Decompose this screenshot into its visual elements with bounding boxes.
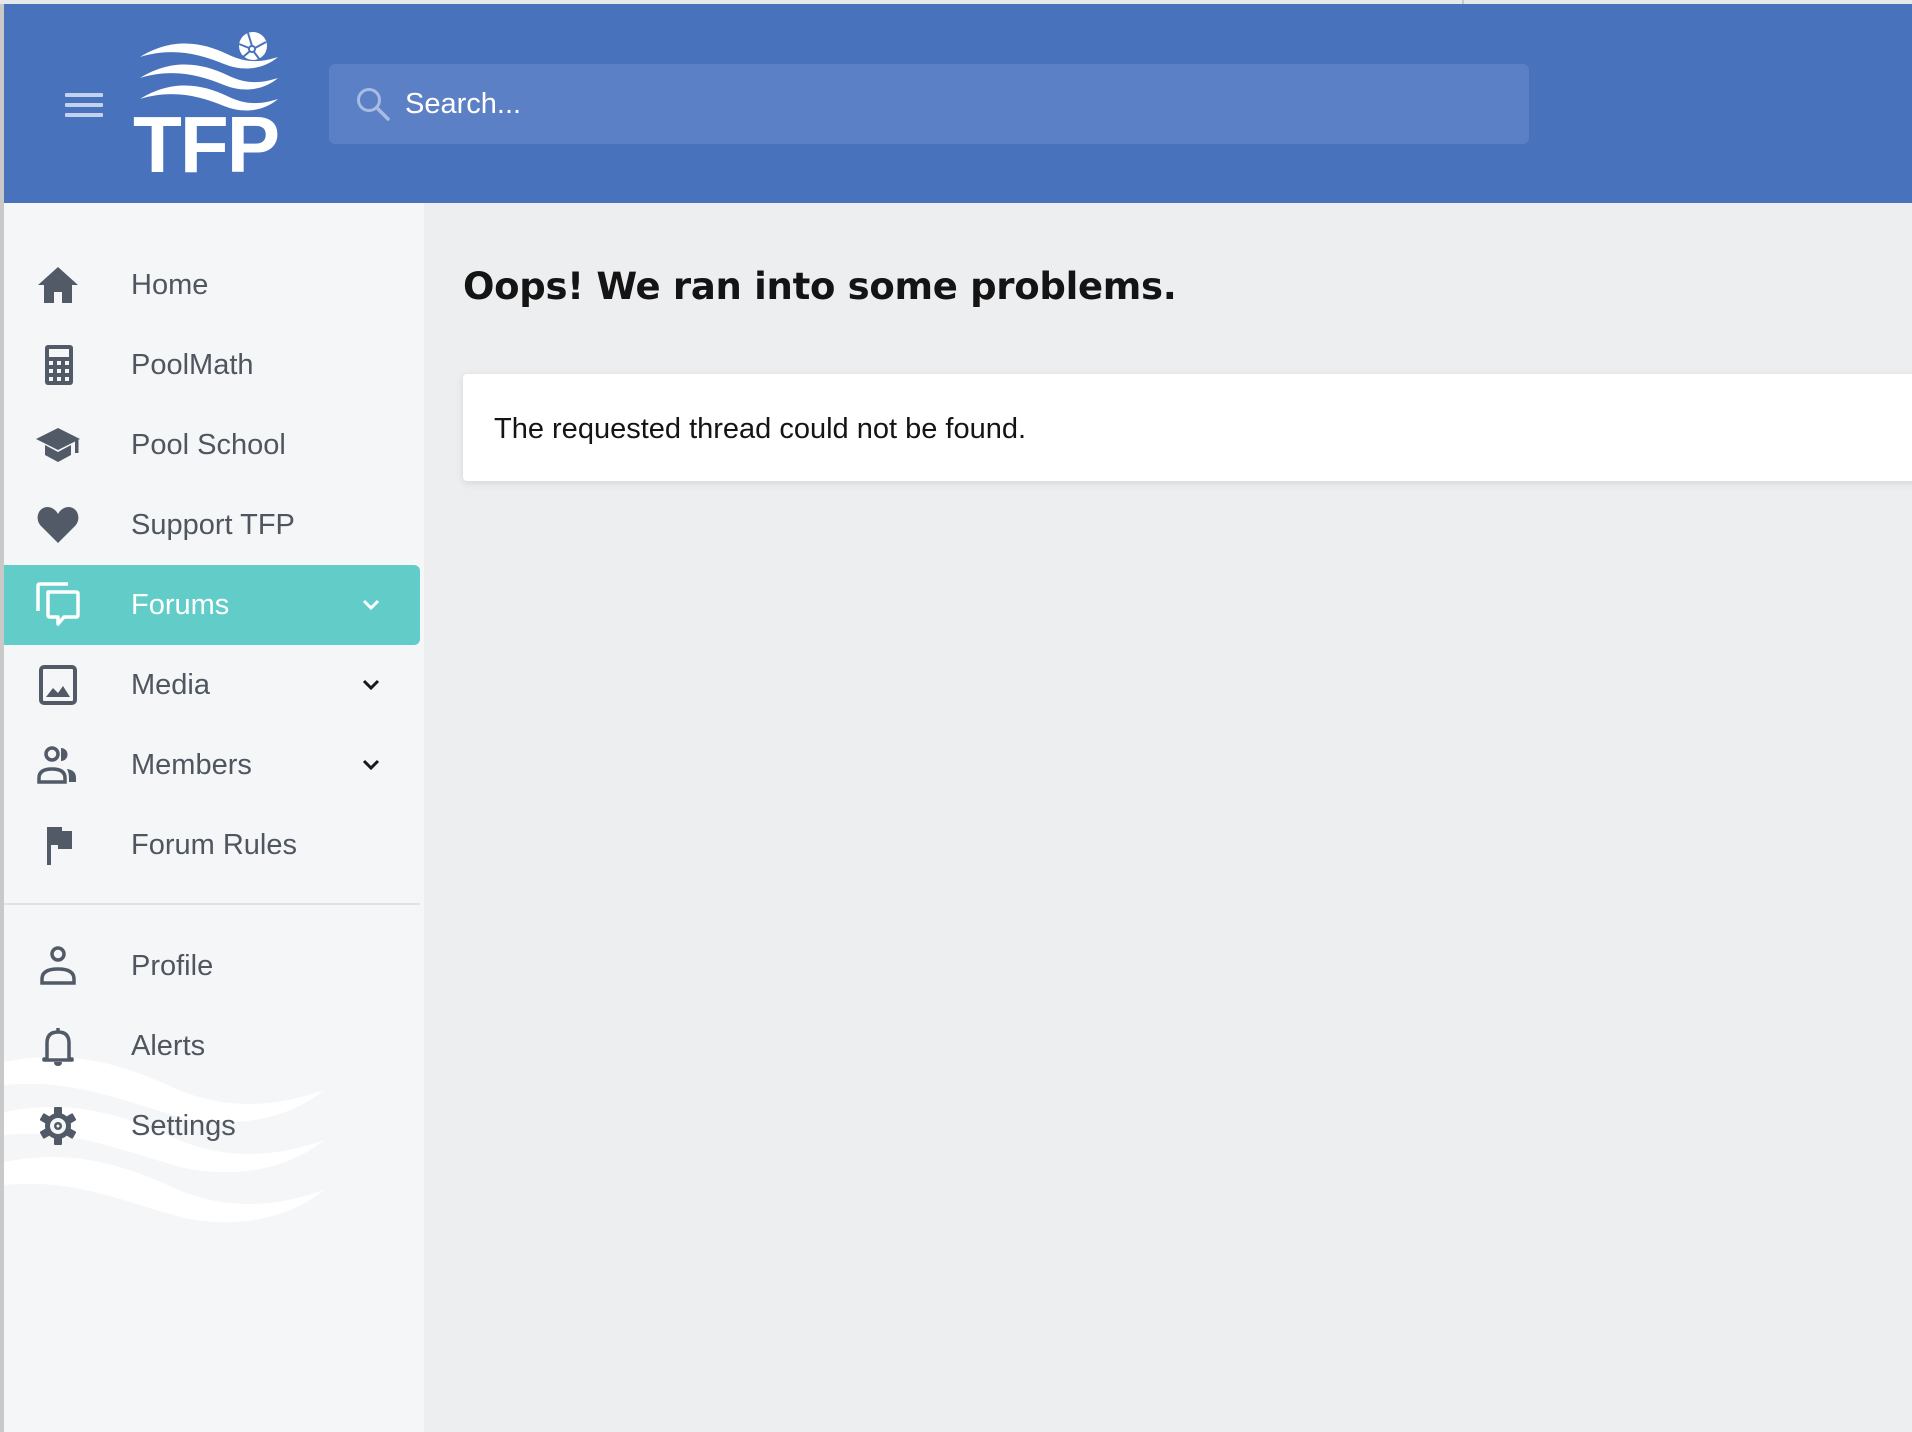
sidebar-item-pool-school[interactable]: Pool School: [4, 405, 420, 485]
sidebar-item-label: Media: [131, 669, 210, 701]
sidebar-item-label: Settings: [131, 1110, 236, 1142]
flag-icon: [47, 827, 72, 865]
sidebar-divider: [4, 903, 420, 905]
error-message: The requested thread could not be found.: [494, 413, 1027, 445]
sidebar-item-label: Profile: [131, 950, 214, 982]
chevron-down-icon[interactable]: [360, 675, 382, 695]
sidebar-item-settings[interactable]: Settings: [4, 1086, 420, 1166]
sidebar-item-forums[interactable]: Forums: [4, 565, 420, 645]
sidebar-item-label: Pool School: [131, 429, 286, 461]
sidebar-item-media[interactable]: Media: [4, 645, 420, 725]
chevron-down-icon[interactable]: [360, 595, 382, 615]
sidebar-item-alerts[interactable]: Alerts: [4, 1006, 420, 1086]
error-message-box: The requested thread could not be found.: [463, 374, 1912, 481]
sidebar-item-profile[interactable]: Profile: [4, 926, 420, 1006]
search-input[interactable]: [405, 64, 1505, 144]
sidebar-item-poolmath[interactable]: PoolMath: [4, 325, 420, 405]
chevron-down-icon[interactable]: [360, 755, 382, 775]
sidebar-item-forum-rules[interactable]: Forum Rules: [4, 805, 420, 885]
graduation-cap-icon: [36, 428, 80, 462]
hamburger-bar: [65, 103, 103, 107]
gear-icon: [39, 1107, 77, 1145]
sidebar-item-members[interactable]: Members: [4, 725, 420, 805]
sidebar-item-label: Members: [131, 749, 252, 781]
home-icon: [38, 267, 78, 303]
hamburger-bar: [65, 113, 103, 117]
logo-text: TFP: [133, 100, 280, 189]
sidebar-item-label: Forums: [131, 589, 230, 621]
heart-icon: [37, 507, 79, 543]
forums-icon: [36, 582, 80, 626]
hamburger-menu-button[interactable]: [65, 91, 103, 121]
sidebar-item-label: Forum Rules: [131, 829, 297, 861]
sidebar: Home PoolMath Pool School Support TFP Fo…: [4, 203, 424, 1432]
sidebar-item-label: Home: [131, 269, 209, 301]
sidebar-item-home[interactable]: Home: [4, 245, 420, 325]
search-icon: [357, 88, 390, 121]
calculator-icon: [45, 345, 73, 385]
sidebar-item-label: Support TFP: [131, 509, 295, 541]
sidebar-item-support-tfp[interactable]: Support TFP: [4, 485, 420, 565]
hamburger-bar: [65, 93, 103, 97]
bell-icon: [42, 1028, 74, 1066]
tfp-logo[interactable]: TFP: [132, 32, 282, 189]
sidebar-item-label: PoolMath: [131, 349, 254, 381]
page-title: Oops! We ran into some problems.: [463, 265, 1177, 308]
user-icon: [40, 946, 76, 985]
search-bar[interactable]: [329, 64, 1529, 144]
members-icon: [37, 746, 76, 784]
sidebar-item-label: Alerts: [131, 1030, 206, 1062]
site-header: TFP: [4, 4, 1912, 203]
image-icon: [39, 665, 77, 705]
